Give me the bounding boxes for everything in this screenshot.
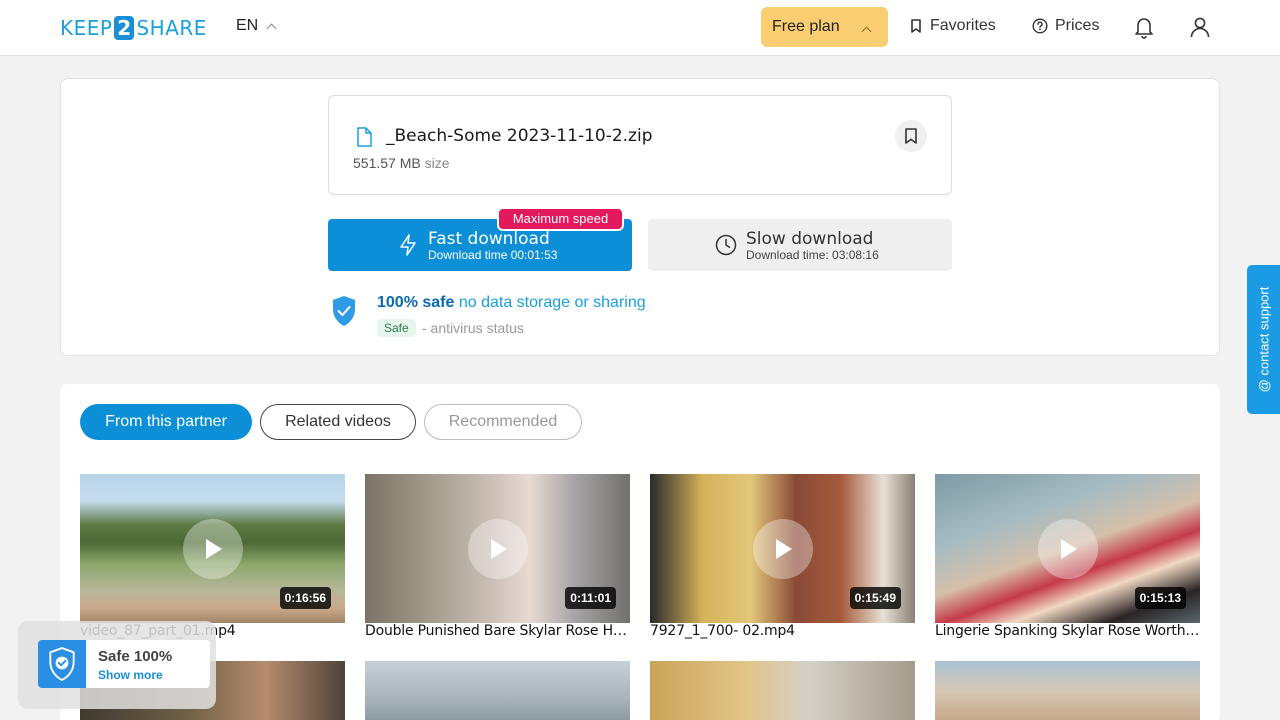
free-plan-button[interactable]: Free plan (761, 7, 888, 47)
video-thumbnail[interactable]: 0:15:13 (935, 474, 1200, 623)
safe-widget-title: Safe 100% (98, 648, 173, 665)
video-duration: 0:15:49 (849, 587, 901, 609)
play-icon (468, 519, 528, 579)
fast-download-title: Fast download (428, 229, 550, 249)
logo-text-left: KEEP (60, 16, 113, 40)
language-selector[interactable]: EN (236, 17, 277, 35)
video-title[interactable]: Double Punished Bare Skylar Rose Hair Br… (365, 623, 630, 639)
user-icon (1190, 17, 1210, 38)
antivirus-status: - antivirus status (422, 320, 524, 336)
logo[interactable]: KEEP 2 SHARE (60, 15, 207, 41)
safety-bold: 100% safe (377, 294, 455, 311)
file-name: _Beach-Some 2023-11-10-2.zip (386, 126, 653, 146)
safety-text: no data storage or sharing (458, 294, 646, 311)
safety-line: 100% safe no data storage or sharing (377, 294, 646, 312)
prices-label: Prices (1055, 17, 1100, 34)
file-info-box: _Beach-Some 2023-11-10-2.zip 551.57 MB s… (328, 95, 952, 195)
video-duration: 0:16:56 (279, 587, 331, 609)
file-size: 551.57 MB size (353, 155, 450, 171)
plan-label: Free plan (772, 18, 840, 35)
favorites-label: Favorites (930, 17, 996, 34)
chevron-up-icon (861, 26, 872, 37)
top-header: KEEP 2 SHARE EN Free plan Favorites Prices (0, 0, 1280, 56)
video-title[interactable]: Lingerie Spanking Skylar Rose Worth the … (935, 623, 1200, 639)
slow-download-button[interactable]: Slow download Download time: 03:08:16 (648, 219, 952, 271)
tab-recommended[interactable]: Recommended (424, 404, 582, 440)
video-duration: 0:11:01 (565, 587, 616, 609)
play-icon (183, 519, 243, 579)
video-thumbnail[interactable] (365, 661, 630, 720)
slow-download-time: Download time: 03:08:16 (746, 248, 879, 262)
tab-related-videos[interactable]: Related videos (260, 404, 416, 440)
clock-icon (715, 234, 737, 256)
video-thumbnail[interactable] (650, 661, 915, 720)
logo-text-right: SHARE (136, 16, 207, 40)
account-button[interactable] (1189, 15, 1211, 44)
file-size-suffix: size (424, 155, 450, 171)
contact-support-label: @ contact support (1256, 286, 1272, 393)
notifications-button[interactable] (1133, 15, 1155, 44)
file-icon (357, 127, 372, 147)
safe-tag: Safe (377, 319, 416, 337)
logo-text-mid: 2 (114, 16, 135, 40)
video-thumbnail[interactable] (935, 661, 1200, 720)
shield-check-icon (38, 640, 86, 688)
video-duration: 0:15:13 (1134, 587, 1186, 609)
maximum-speed-badge: Maximum speed (497, 207, 624, 231)
bookmark-icon (905, 128, 917, 144)
shield-check-icon (333, 296, 355, 326)
safe-widget[interactable]: Safe 100% Show more (18, 621, 216, 709)
favorites-link[interactable]: Favorites (909, 17, 996, 35)
language-label: EN (236, 17, 259, 34)
play-icon (1038, 519, 1098, 579)
video-thumbnail[interactable]: 0:11:01 (365, 474, 630, 623)
play-icon (753, 519, 813, 579)
chevron-up-icon (266, 23, 277, 34)
question-circle-icon (1032, 18, 1048, 34)
lightning-icon (400, 234, 416, 256)
contact-support-tab[interactable]: @ contact support (1247, 265, 1280, 414)
fast-download-time: Download time 00:01:53 (428, 248, 558, 262)
tab-from-this-partner[interactable]: From this partner (80, 404, 252, 440)
add-to-favorites-button[interactable] (895, 120, 927, 152)
bell-icon (1135, 18, 1153, 39)
prices-link[interactable]: Prices (1032, 17, 1099, 35)
slow-download-title: Slow download (746, 229, 874, 249)
video-title[interactable]: 7927_1_700- 02.mp4 (650, 623, 915, 639)
video-thumbnail[interactable]: 0:15:49 (650, 474, 915, 623)
file-size-value: 551.57 MB (353, 155, 421, 171)
safe-widget-card: Safe 100% Show more (38, 640, 210, 688)
video-thumbnail[interactable]: 0:16:56 (80, 474, 345, 623)
show-more-link[interactable]: Show more (98, 668, 163, 682)
bookmark-icon (911, 19, 921, 33)
